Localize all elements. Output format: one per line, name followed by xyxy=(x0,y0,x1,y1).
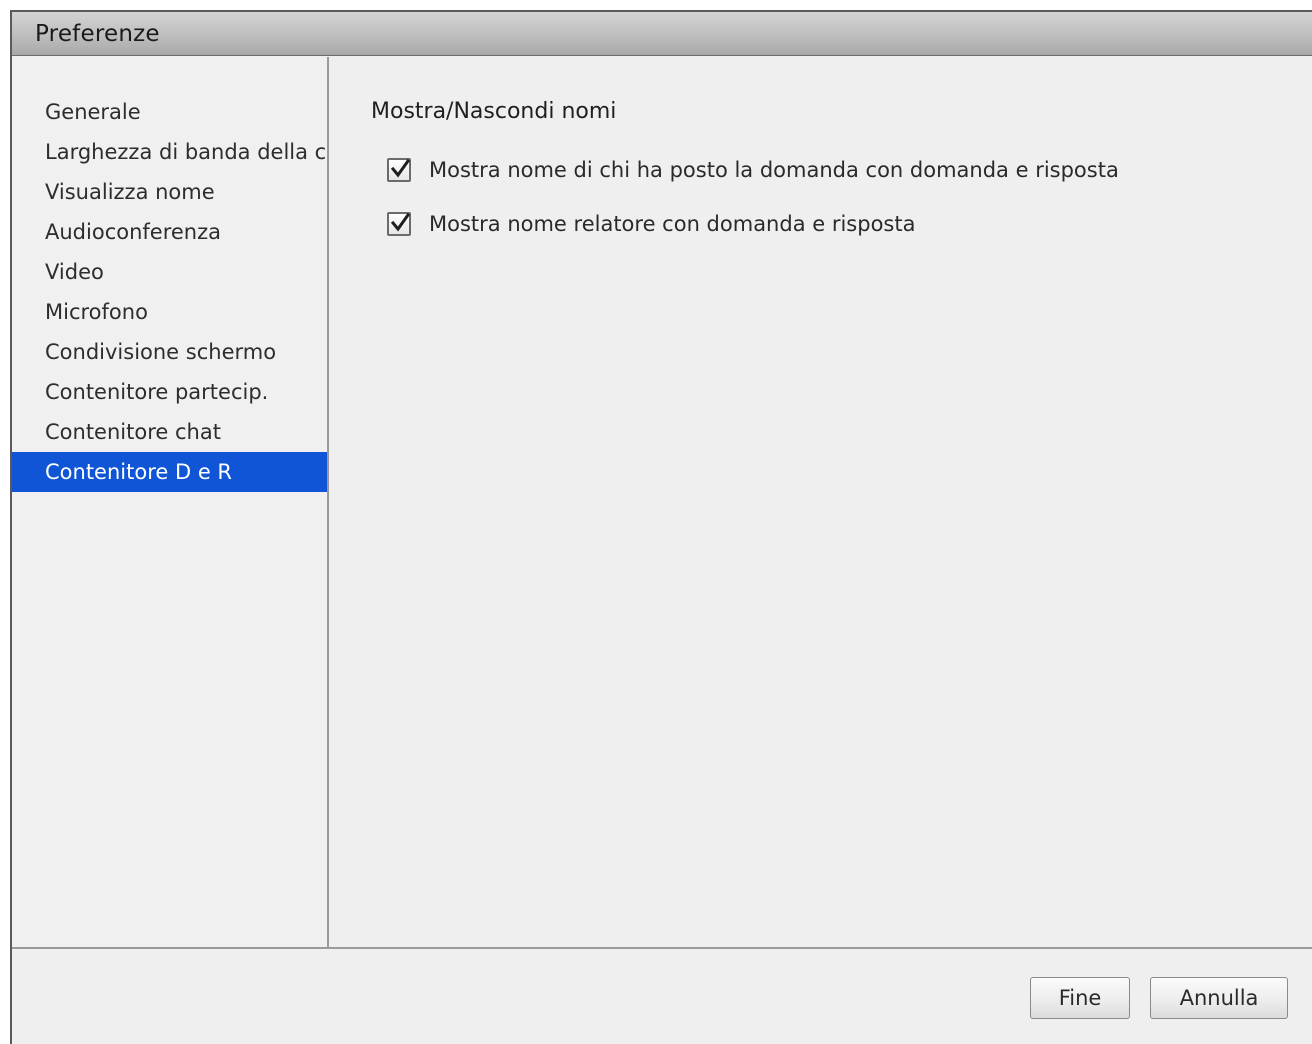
sidebar-item-contenitore-chat[interactable]: Contenitore chat xyxy=(12,412,327,452)
dialog-title: Preferenze xyxy=(35,21,160,47)
cancel-button[interactable]: Annulla xyxy=(1150,977,1288,1019)
option-show-questioner-name[interactable]: Mostra nome di chi ha posto la domanda c… xyxy=(387,155,1119,185)
settings-panel: Mostra/Nascondi nomi Mostra nome di chi … xyxy=(329,57,1312,947)
sidebar-item-generale[interactable]: Generale xyxy=(12,92,327,132)
dialog-footer: Fine Annulla xyxy=(12,947,1312,1044)
show-questioner-name-checkbox[interactable] xyxy=(387,158,411,182)
checkmark-icon xyxy=(390,212,410,232)
section-heading: Mostra/Nascondi nomi xyxy=(371,99,617,124)
sidebar-item-microfono[interactable]: Microfono xyxy=(12,292,327,332)
sidebar-item-larghezza-di-banda[interactable]: Larghezza di banda della connessione xyxy=(12,132,327,172)
checkmark-icon xyxy=(390,158,410,178)
sidebar-item-audioconferenza[interactable]: Audioconferenza xyxy=(12,212,327,252)
option-show-presenter-name[interactable]: Mostra nome relatore con domanda e rispo… xyxy=(387,209,915,239)
preferences-sidebar: Generale Larghezza di banda della connes… xyxy=(12,57,329,947)
sidebar-item-contenitore-partecip[interactable]: Contenitore partecip. xyxy=(12,372,327,412)
sidebar-item-condivisione-schermo[interactable]: Condivisione schermo xyxy=(12,332,327,372)
show-questioner-name-label: Mostra nome di chi ha posto la domanda c… xyxy=(429,158,1119,182)
title-bar[interactable]: Preferenze xyxy=(12,12,1312,56)
show-presenter-name-checkbox[interactable] xyxy=(387,212,411,236)
preferences-dialog: Preferenze Generale Larghezza di banda d… xyxy=(10,10,1312,1044)
sidebar-item-contenitore-d-e-r[interactable]: Contenitore D e R xyxy=(12,452,327,492)
done-button[interactable]: Fine xyxy=(1030,977,1130,1019)
sidebar-item-video[interactable]: Video xyxy=(12,252,327,292)
show-presenter-name-label: Mostra nome relatore con domanda e rispo… xyxy=(429,212,916,236)
category-list: Generale Larghezza di banda della connes… xyxy=(12,92,327,492)
sidebar-item-visualizza-nome[interactable]: Visualizza nome xyxy=(12,172,327,212)
